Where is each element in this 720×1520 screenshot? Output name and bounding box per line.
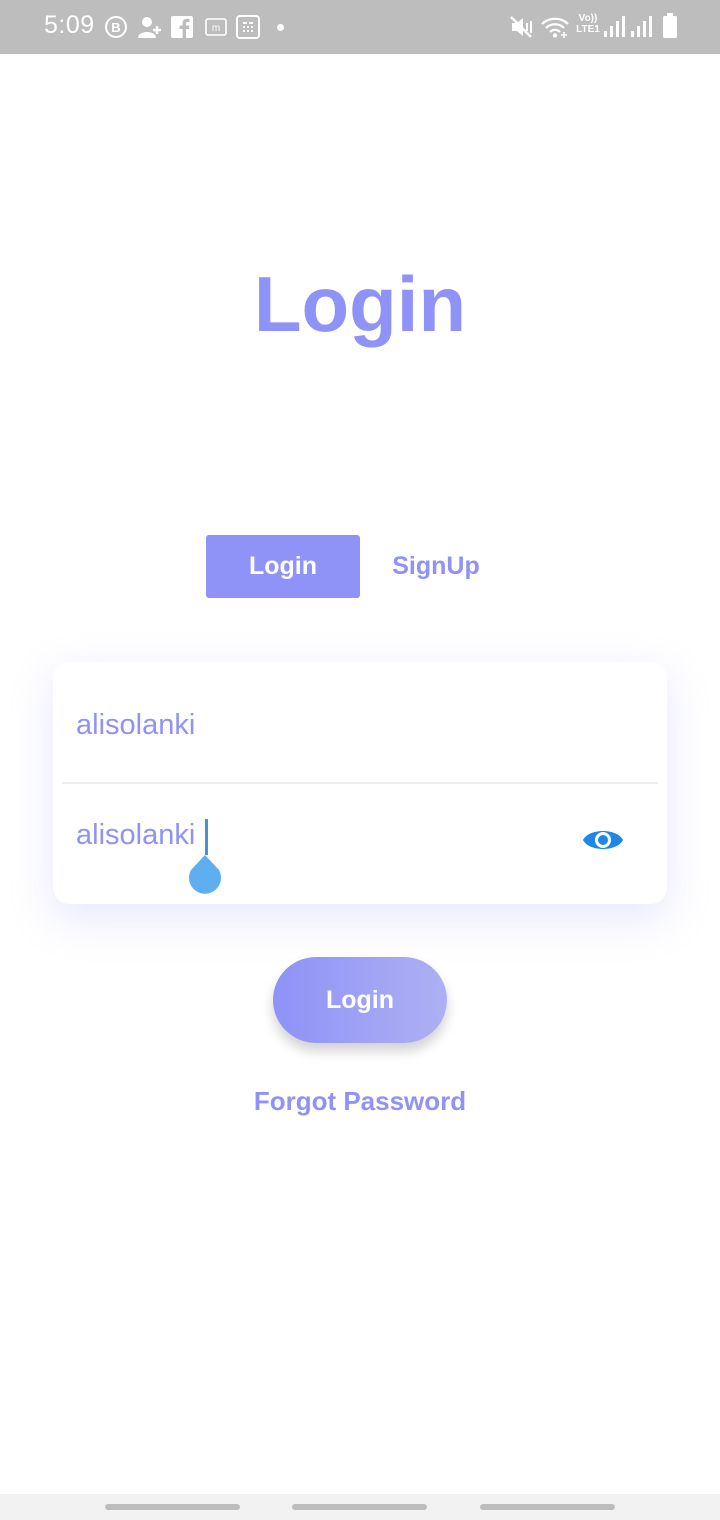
cursor-handle-icon[interactable] <box>185 855 225 901</box>
calculator-icon <box>236 15 260 39</box>
navigation-bar <box>0 1494 720 1520</box>
eye-icon[interactable] <box>582 824 624 856</box>
dot-icon <box>277 24 284 31</box>
svg-text:m: m <box>212 23 220 34</box>
tab-login[interactable]: Login <box>206 535 360 598</box>
page-title: Login <box>253 260 467 348</box>
nav-home-button[interactable] <box>292 1504 427 1510</box>
username-field[interactable]: alisolanki <box>76 709 195 742</box>
status-time: 5:09 <box>44 11 95 39</box>
battery-icon <box>663 13 677 38</box>
nav-recent-apps-button[interactable] <box>105 1504 240 1510</box>
b-circle-icon: B <box>105 16 127 38</box>
facebook-icon <box>171 16 193 38</box>
password-field[interactable]: alisolanki <box>76 819 195 852</box>
volte-icon: Vo)) LTE1 <box>576 13 600 35</box>
nav-back-button[interactable] <box>480 1504 615 1510</box>
signal-icon <box>631 16 652 37</box>
m-box-icon: m <box>205 18 227 36</box>
tab-signup[interactable]: SignUp <box>374 535 498 598</box>
svg-text:B: B <box>111 20 120 35</box>
forgot-password-link[interactable]: Forgot Password <box>0 1086 720 1117</box>
login-form-card: alisolanki alisolanki <box>53 662 667 904</box>
status-bar: 5:09 B m Vo)) LTE1 <box>0 0 720 54</box>
wifi-icon <box>541 17 569 38</box>
add-person-icon <box>138 17 161 38</box>
mute-vibrate-icon <box>510 16 532 38</box>
field-divider <box>62 782 658 784</box>
text-cursor <box>205 819 208 855</box>
signal-icon <box>604 16 625 37</box>
login-button[interactable]: Login <box>273 957 447 1043</box>
